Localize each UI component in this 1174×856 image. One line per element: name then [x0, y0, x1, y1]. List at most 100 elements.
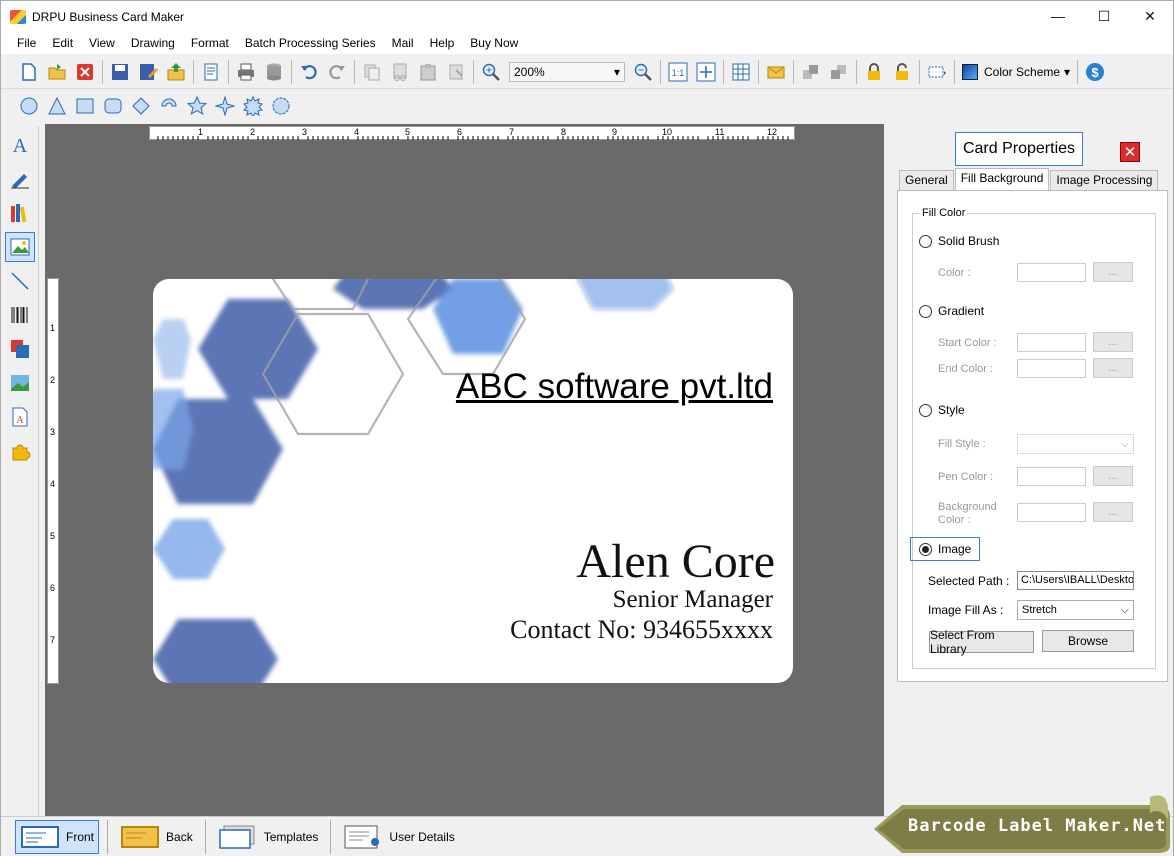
star-icon[interactable]: [186, 95, 208, 117]
end-color-button[interactable]: ...: [1093, 358, 1133, 378]
copy-icon[interactable]: [361, 61, 383, 83]
ruler-label: 4: [50, 479, 56, 489]
ellipse-icon[interactable]: [18, 95, 40, 117]
library-tool-icon[interactable]: [5, 198, 35, 228]
open-icon[interactable]: [46, 61, 68, 83]
send-back-icon[interactable]: [828, 61, 850, 83]
color-label: Color :: [938, 267, 971, 279]
design-canvas[interactable]: 1 2 3 4 5 6 7 8 9 10 11 12 1 2 3 4 5 6 7: [45, 124, 884, 816]
burst-icon[interactable]: [242, 95, 264, 117]
print-icon[interactable]: [235, 61, 257, 83]
maximize-button[interactable]: ☐: [1081, 1, 1127, 31]
watermark-tool-icon[interactable]: [5, 334, 35, 364]
database-icon[interactable]: [263, 61, 285, 83]
menu-format[interactable]: Format: [183, 36, 237, 50]
menu-mail[interactable]: Mail: [384, 36, 422, 50]
svg-text:1:1: 1:1: [672, 68, 685, 78]
save-as-icon[interactable]: [137, 61, 159, 83]
unlock-icon[interactable]: [891, 61, 913, 83]
select-from-library-button[interactable]: Select From Library: [929, 628, 1034, 656]
close-panel-icon[interactable]: ✕: [1120, 142, 1140, 162]
menu-file[interactable]: File: [9, 36, 44, 50]
selected-path-input[interactable]: C:\Users\IBALL\Deskto: [1017, 571, 1134, 590]
vertical-ruler: 1 2 3 4 5 6 7: [47, 278, 59, 684]
card-position[interactable]: Senior Manager: [613, 586, 773, 614]
browse-button[interactable]: Browse: [1042, 630, 1134, 652]
tab-general[interactable]: General: [899, 170, 954, 190]
zoom-select[interactable]: 200% ▾: [509, 62, 625, 82]
tab-fill-background[interactable]: Fill Background: [954, 168, 1050, 190]
start-color-button[interactable]: ...: [1093, 332, 1133, 352]
save-icon[interactable]: [109, 61, 131, 83]
text-tool-icon[interactable]: A: [5, 130, 35, 160]
color-picker-button[interactable]: ...: [1093, 262, 1133, 282]
puzzle-tool-icon[interactable]: [5, 436, 35, 466]
zoom-out-icon[interactable]: [632, 61, 654, 83]
paste-icon[interactable]: [417, 61, 439, 83]
actual-size-icon[interactable]: 1:1: [667, 61, 689, 83]
barcode-tool-icon[interactable]: [5, 300, 35, 330]
properties-icon[interactable]: [200, 61, 222, 83]
export-icon[interactable]: [165, 61, 187, 83]
user-details-tab[interactable]: User Details: [339, 820, 458, 854]
style-radio[interactable]: Style: [919, 403, 965, 417]
lock-icon[interactable]: [863, 61, 885, 83]
start-color-field[interactable]: [1017, 333, 1086, 352]
menu-buy-now[interactable]: Buy Now: [462, 36, 526, 50]
triangle-icon[interactable]: [46, 95, 68, 117]
background-color-button[interactable]: ...: [1093, 502, 1133, 522]
card-company-name[interactable]: ABC software pvt.ltd: [456, 367, 773, 407]
menu-help[interactable]: Help: [422, 36, 463, 50]
menu-edit[interactable]: Edit: [44, 36, 81, 50]
undo-icon[interactable]: [298, 61, 320, 83]
line-tool-icon[interactable]: [5, 266, 35, 296]
image-fill-as-select[interactable]: Stretch ⌵: [1017, 600, 1134, 620]
background-color-field[interactable]: [1017, 503, 1086, 522]
image-tool-icon[interactable]: [5, 232, 35, 262]
arc-icon[interactable]: [158, 95, 180, 117]
card-person-name[interactable]: Alen Core: [576, 534, 775, 589]
dollar-icon[interactable]: $: [1084, 61, 1106, 83]
card-contact[interactable]: Contact No: 934655xxxx: [510, 615, 773, 645]
menu-batch-processing[interactable]: Batch Processing Series: [237, 36, 384, 50]
rectangle-icon[interactable]: [74, 95, 96, 117]
front-tab[interactable]: Front: [15, 820, 100, 854]
fill-style-select[interactable]: ⌵: [1017, 434, 1134, 454]
back-tab[interactable]: Back: [116, 820, 197, 854]
pen-color-field[interactable]: [1017, 467, 1086, 486]
pen-color-button[interactable]: ...: [1093, 466, 1133, 486]
menu-drawing[interactable]: Drawing: [123, 36, 183, 50]
color-scheme-dropdown[interactable]: Color Scheme ▾: [962, 64, 1070, 80]
bring-front-icon[interactable]: [800, 61, 822, 83]
templates-tab[interactable]: Templates: [214, 820, 323, 854]
color-scheme-label: Color Scheme: [984, 65, 1061, 79]
rounded-rectangle-icon[interactable]: [102, 95, 124, 117]
minimize-button[interactable]: —: [1035, 1, 1081, 31]
image-radio[interactable]: Image: [910, 537, 981, 561]
picture-tool-icon[interactable]: [5, 368, 35, 398]
align-icon[interactable]: [926, 61, 948, 83]
gradient-radio[interactable]: Gradient: [919, 304, 984, 318]
solid-brush-radio[interactable]: Solid Brush: [919, 234, 999, 248]
new-icon[interactable]: [18, 61, 40, 83]
seal-icon[interactable]: [270, 95, 292, 117]
grid-icon[interactable]: [730, 61, 752, 83]
menu-view[interactable]: View: [81, 36, 123, 50]
close-doc-icon[interactable]: [74, 61, 96, 83]
close-button[interactable]: ✕: [1127, 1, 1173, 31]
delete-icon[interactable]: [445, 61, 467, 83]
color-field[interactable]: [1017, 263, 1086, 282]
zoom-in-icon[interactable]: [480, 61, 502, 83]
ruler-label: 7: [50, 635, 56, 645]
text-file-tool-icon[interactable]: A: [5, 402, 35, 432]
end-color-field[interactable]: [1017, 359, 1086, 378]
tab-image-processing[interactable]: Image Processing: [1050, 170, 1159, 190]
pen-tool-icon[interactable]: [5, 164, 35, 194]
fit-window-icon[interactable]: [695, 61, 717, 83]
four-point-star-icon[interactable]: [214, 95, 236, 117]
cut-icon[interactable]: [389, 61, 411, 83]
diamond-icon[interactable]: [130, 95, 152, 117]
mail-icon[interactable]: [765, 61, 787, 83]
business-card[interactable]: ABC software pvt.ltd Alen Core Senior Ma…: [153, 279, 793, 683]
redo-icon[interactable]: [326, 61, 348, 83]
